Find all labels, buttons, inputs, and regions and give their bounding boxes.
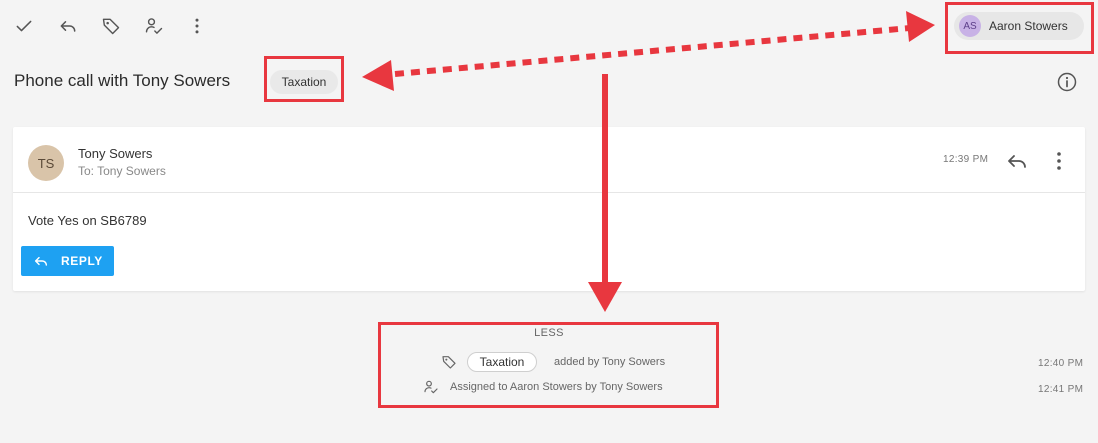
reply-icon[interactable] — [54, 12, 82, 40]
activity-event-text: Assigned to Aaron Stowers by Tony Sowers — [450, 381, 663, 393]
checkmark-icon[interactable] — [10, 12, 38, 40]
activity-event-assign: Assigned to Aaron Stowers by Tony Sowers… — [0, 378, 1098, 400]
message-card: TS Tony Sowers To: Tony Sowers 12:39 PM … — [13, 127, 1085, 291]
message-body: Vote Yes on SB6789 — [28, 213, 147, 228]
page-title: Phone call with Tony Sowers — [14, 71, 231, 90]
conversation-tag[interactable]: Taxation — [270, 70, 338, 94]
message-time: 12:39 PM — [943, 154, 989, 165]
reply-icon — [34, 256, 48, 266]
more-vertical-icon[interactable] — [183, 12, 211, 40]
activity-toggle-less[interactable]: LESS — [0, 327, 1098, 339]
activity-tag-chip: Taxation — [467, 352, 537, 372]
reply-button-label: REPLY — [61, 254, 103, 268]
tag-icon[interactable] — [97, 12, 125, 40]
assignee-name: Aaron Stowers — [989, 19, 1068, 33]
avatar: TS — [28, 145, 64, 181]
info-icon[interactable] — [1055, 70, 1079, 94]
tag-icon — [441, 354, 457, 370]
more-vertical-icon[interactable] — [1049, 149, 1069, 173]
message-header: TS Tony Sowers To: Tony Sowers 12:39 PM — [13, 127, 1085, 193]
assign-user-icon[interactable] — [140, 12, 168, 40]
assignee-avatar: AS — [959, 15, 981, 37]
reply-button[interactable]: REPLY — [21, 246, 114, 276]
assign-user-icon — [423, 379, 439, 395]
reply-icon[interactable] — [1005, 149, 1029, 173]
activity-event-time: 12:40 PM — [1038, 358, 1084, 369]
activity-event-tag: Taxation added by Tony Sowers 12:40 PM — [0, 352, 1098, 374]
recipient-line: To: Tony Sowers — [78, 164, 166, 178]
toolbar: AS Aaron Stowers — [0, 0, 1098, 54]
assignee-chip[interactable]: AS Aaron Stowers — [954, 12, 1084, 40]
sender-name: Tony Sowers — [78, 146, 153, 161]
activity-event-time: 12:41 PM — [1038, 384, 1084, 395]
conversation-header: Phone call with Tony Sowers Taxation — [0, 54, 1098, 110]
activity-event-text: added by Tony Sowers — [554, 356, 666, 368]
